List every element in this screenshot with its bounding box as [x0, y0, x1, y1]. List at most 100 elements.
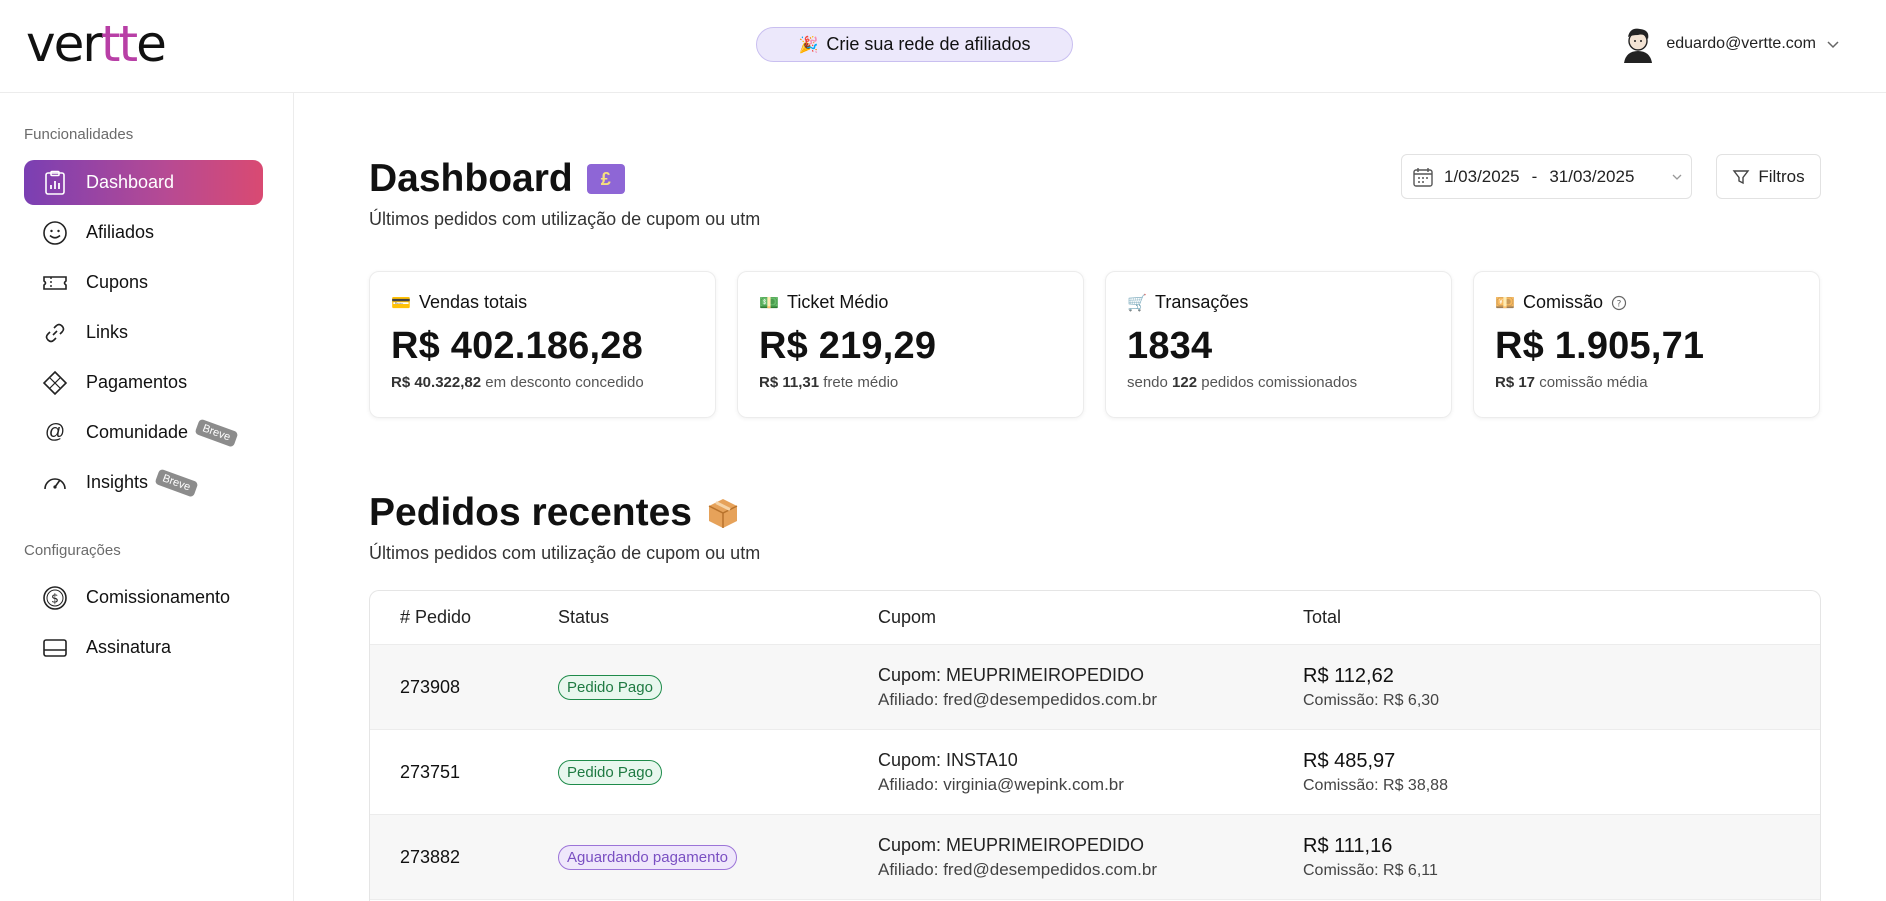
kpi-cards: 💳 Vendas totais R$ 402.186,28 R$ 40.322,8…	[369, 271, 1820, 418]
affiliate-email: Afiliado: fred@desempedidos.com.br	[878, 860, 1158, 879]
kpi-value: R$ 1.905,71	[1495, 325, 1705, 367]
order-commission: Comissão: R$ 6,30	[1303, 692, 1440, 709]
sidebar-item-pagamentos[interactable]: Pagamentos	[24, 360, 263, 405]
kpi-value: R$ 402.186,28	[391, 325, 643, 367]
kpi-note: sendo 122 pedidos comissionados	[1127, 374, 1358, 391]
kpi-value: R$ 219,29	[759, 325, 937, 367]
order-total: R$ 112,62	[1303, 665, 1394, 687]
coupon-code: Cupom: MEUPRIMEIROPEDIDO	[878, 665, 1145, 685]
page-subtitle: Últimos pedidos com utilização de cupom …	[369, 209, 761, 229]
yen-bill-icon: 💴	[1495, 294, 1515, 312]
section-label-configuracoes: Configurações	[24, 542, 121, 559]
order-id: 273908	[400, 677, 461, 697]
col-header-status: Status	[558, 607, 610, 627]
card-icon	[42, 635, 68, 661]
sidebar-item-label: Comunidade	[86, 422, 189, 442]
promo-affiliate-network-button[interactable]: 🎉 Crie sua rede de afiliados	[756, 27, 1073, 62]
sidebar-item-label: Links	[86, 322, 129, 342]
sidebar-item-label: Cupons	[86, 272, 149, 292]
section-label-funcionalidades: Funcionalidades	[24, 126, 134, 143]
kpi-note: R$ 17 comissão média	[1495, 374, 1648, 391]
shopping-cart-icon: 🛒	[1127, 294, 1147, 312]
ticket-icon	[42, 270, 68, 296]
kpi-card-vendas-totais: 💳 Vendas totais R$ 402.186,28 R$ 40.322,8…	[369, 271, 716, 418]
status-badge: Pedido Pago	[558, 675, 662, 700]
order-commission: Comissão: R$ 38,88	[1303, 777, 1448, 794]
table-row[interactable]: 273751 Pedido Pago Cupom: INSTA10 Afiliad…	[370, 730, 1820, 815]
at-icon: @	[44, 421, 66, 443]
sidebar-item-label: Insights	[86, 472, 149, 492]
order-id: 273751	[400, 762, 461, 782]
order-total: R$ 111,16	[1303, 835, 1393, 857]
date-separator: -	[1531, 166, 1538, 186]
kpi-note: R$ 40.322,82 em desconto concedido	[391, 374, 644, 391]
coupon-code: Cupom: MEUPRIMEIROPEDIDO	[878, 835, 1145, 855]
user-menu[interactable]: eduardo@vertte.com	[1620, 25, 1840, 63]
sidebar-item-assinatura[interactable]: Assinatura	[24, 625, 263, 670]
dollar-circle-icon: $	[42, 585, 68, 611]
sidebar-item-comunidade[interactable]: @ Comunidade Breve	[24, 410, 263, 455]
sidebar-item-insights[interactable]: Insights Breve	[24, 460, 263, 505]
kpi-card-comissao: 💴 Comissão ? R$ 1.905,71 R$ 17 comissão m…	[1473, 271, 1820, 418]
kpi-card-transacoes: 🛒 Transações 1834 sendo 122 pedidos comis…	[1105, 271, 1452, 418]
kpi-value: 1834	[1127, 325, 1213, 367]
smiley-icon	[42, 220, 68, 246]
recent-orders-table: # Pedido Status Cupom Total 273908 Pedid…	[369, 590, 1821, 901]
link-icon	[42, 320, 68, 346]
table-row[interactable]: 273882 Aguardando pagamento Cupom: MEUPR…	[370, 815, 1820, 900]
kpi-card-ticket-medio: 💵 Ticket Médio R$ 219,29 R$ 11,31 frete m…	[737, 271, 1084, 418]
sidebar-item-label: Dashboard	[86, 172, 175, 192]
sidebar-item-label: Assinatura	[86, 637, 172, 657]
affiliate-email: Afiliado: fred@desempedidos.com.br	[878, 690, 1158, 709]
help-icon[interactable]: ?	[1611, 295, 1627, 311]
status-badge: Pedido Pago	[558, 760, 662, 785]
chevron-down-icon	[1827, 41, 1839, 49]
kpi-note: R$ 11,31 frete médio	[759, 374, 899, 391]
sidebar-item-label: Comissionamento	[86, 587, 231, 607]
order-id: 273882	[400, 847, 461, 867]
date-start: 1/03/2025	[1444, 166, 1520, 186]
svg-text:?: ?	[1617, 299, 1622, 309]
recent-orders-title: Pedidos recentes	[369, 491, 740, 535]
top-header: ver tt e 🎉 Crie sua rede de afiliados edua…	[0, 0, 1886, 93]
main-content: Dashboard £ Últimos pedidos com utilizaç…	[295, 93, 1886, 901]
col-header-pedido: # Pedido	[400, 607, 472, 627]
coupon-code: Cupom: INSTA10	[878, 750, 1018, 770]
money-icon: £	[586, 164, 625, 194]
date-end: 31/03/2025	[1549, 166, 1635, 186]
date-range-picker[interactable]: 1/03/2025 - 31/03/2025	[1401, 154, 1692, 199]
avatar	[1624, 28, 1653, 63]
svg-text:$: $	[51, 591, 59, 605]
promo-label: Crie sua rede de afiliados	[826, 34, 1031, 54]
sidebar-item-label: Afiliados	[86, 222, 155, 242]
vertte-logo[interactable]: ver tt e	[26, 15, 167, 73]
sidebar: Funcionalidades Dashboard Afiliados Cupo…	[0, 93, 294, 901]
money-bill-icon: 💵	[759, 294, 779, 312]
calendar-icon	[1413, 167, 1433, 187]
user-email: eduardo@vertte.com	[1666, 35, 1816, 52]
recent-orders-subtitle: Últimos pedidos com utilização de cupom …	[369, 543, 761, 563]
filter-icon	[1732, 169, 1750, 184]
coming-soon-badge: Breve	[154, 468, 199, 497]
credit-card-icon: 💳	[391, 294, 411, 312]
sidebar-item-comissionamento[interactable]: $ Comissionamento	[24, 575, 263, 620]
order-total: R$ 485,97	[1303, 750, 1396, 772]
chevron-down-icon	[1672, 174, 1682, 180]
col-header-total: Total	[1303, 607, 1342, 627]
sidebar-item-dashboard[interactable]: Dashboard	[24, 160, 263, 205]
sidebar-item-links[interactable]: Links	[24, 310, 263, 355]
clipboard-chart-icon	[42, 170, 68, 196]
sidebar-item-cupons[interactable]: Cupons	[24, 260, 263, 305]
status-badge: Aguardando pagamento	[558, 845, 737, 870]
page-title: Dashboard £	[369, 157, 625, 201]
col-header-cupom: Cupom	[878, 607, 937, 627]
gauge-icon	[42, 470, 68, 496]
diamond-icon	[42, 370, 68, 396]
coming-soon-badge: Breve	[194, 418, 239, 447]
order-commission: Comissão: R$ 6,11	[1303, 862, 1438, 879]
filters-button[interactable]: Filtros	[1716, 154, 1821, 199]
party-popper-icon: 🎉	[798, 36, 819, 54]
table-row[interactable]: 273908 Pedido Pago Cupom: MEUPRIMEIROPED…	[370, 645, 1820, 730]
sidebar-item-afiliados[interactable]: Afiliados	[24, 210, 263, 255]
affiliate-email: Afiliado: virginia@wepink.com.br	[878, 775, 1124, 794]
